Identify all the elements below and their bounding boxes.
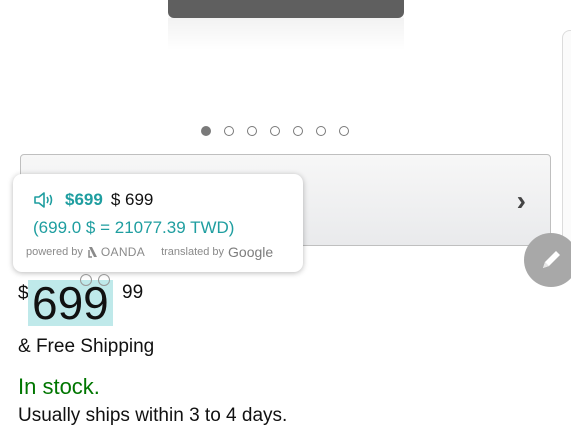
product-image[interactable]	[168, 0, 404, 50]
chevron-right-icon: ›	[516, 185, 526, 216]
carousel-dot-7[interactable]	[339, 126, 349, 136]
powered-by-label: powered by	[26, 246, 83, 258]
conversion-result: (699.0 $ = 21077.39 TWD)	[33, 218, 235, 237]
pencil-icon	[543, 251, 560, 268]
carousel-dot-4[interactable]	[270, 126, 280, 136]
edit-button[interactable]	[524, 233, 571, 287]
carousel-dot-3[interactable]	[247, 126, 257, 136]
carousel-dot-1[interactable]	[201, 126, 211, 136]
carousel-dots	[201, 126, 349, 136]
product-shadow	[168, 18, 404, 50]
oanda-label[interactable]: OANDA	[101, 245, 145, 259]
popup-footer: powered by OANDA translated by Google	[26, 244, 273, 260]
google-label[interactable]: Google	[228, 244, 273, 260]
product-body	[168, 0, 404, 18]
price-currency: $	[18, 283, 29, 304]
price-fraction: 99	[122, 282, 144, 303]
oanda-logo-icon	[88, 247, 97, 258]
converted-price: $699	[65, 190, 103, 209]
carousel-dot-6[interactable]	[316, 126, 326, 136]
price-whole[interactable]: 699	[28, 280, 113, 326]
shipping-info: & Free Shipping	[18, 336, 155, 357]
selection-handle-start[interactable]	[80, 274, 92, 286]
stock-status: In stock.	[18, 374, 100, 399]
original-price: $ 699	[110, 190, 154, 209]
carousel-dot-5[interactable]	[293, 126, 303, 136]
speaker-icon[interactable]	[33, 190, 57, 210]
carousel-dot-2[interactable]	[224, 126, 234, 136]
side-panel-edge	[562, 30, 571, 257]
shipping-time: Usually ships within 3 to 4 days.	[18, 405, 288, 426]
translated-by-label: translated by	[161, 246, 225, 258]
currency-translation-popup: $699 $ 699 (699.0 $ = 21077.39 TWD) powe…	[13, 174, 303, 272]
selection-handle-end[interactable]	[98, 274, 110, 286]
